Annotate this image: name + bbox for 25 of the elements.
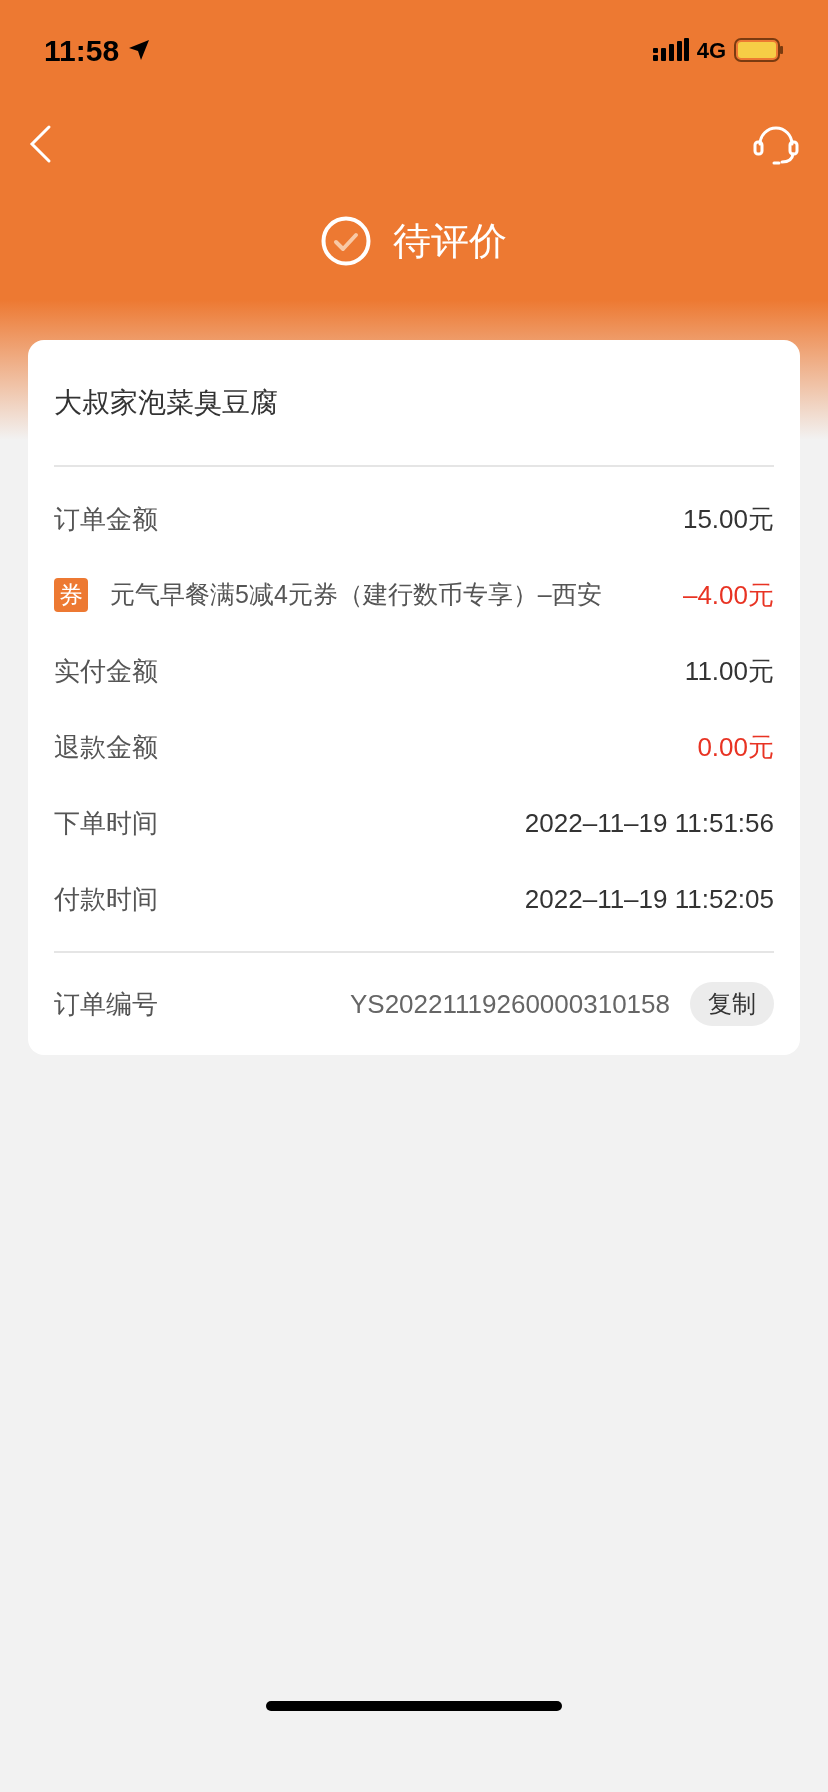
copy-button[interactable]: 复制 xyxy=(690,982,774,1026)
back-icon[interactable] xyxy=(28,124,52,164)
order-number: YS20221119260000310158 xyxy=(349,987,670,1021)
network-label: 4G xyxy=(696,36,726,65)
row-value: 2022–11–19 11:52:05 xyxy=(524,882,774,916)
coupon-name: 元气早餐满5减4元券（建行数币专享）–西安 xyxy=(110,579,602,611)
row-label: 订单编号 xyxy=(54,987,158,1021)
clock-time: 11:58 xyxy=(44,32,120,69)
row-value: –4.00元 xyxy=(682,578,774,612)
row-value: 15.00元 xyxy=(682,502,774,536)
row-label: 付款时间 xyxy=(54,882,158,916)
battery-icon xyxy=(734,38,784,62)
row-label: 下单时间 xyxy=(54,806,158,840)
row-value: 11.00元 xyxy=(684,654,774,688)
coupon-badge: 券 xyxy=(54,578,88,612)
signal-icon xyxy=(652,38,689,62)
check-circle-icon xyxy=(321,216,371,266)
location-arrow-icon xyxy=(127,38,152,62)
row-label: 实付金额 xyxy=(54,654,158,688)
row-label: 退款金额 xyxy=(54,730,158,764)
row-label: 订单金额 xyxy=(54,502,158,536)
order-status-title: 待评价 xyxy=(393,218,507,264)
row-value: 2022–11–19 11:51:56 xyxy=(524,806,774,840)
row-value: 0.00元 xyxy=(697,730,774,764)
shop-name: 大叔家泡菜臭豆腐 xyxy=(54,385,278,420)
